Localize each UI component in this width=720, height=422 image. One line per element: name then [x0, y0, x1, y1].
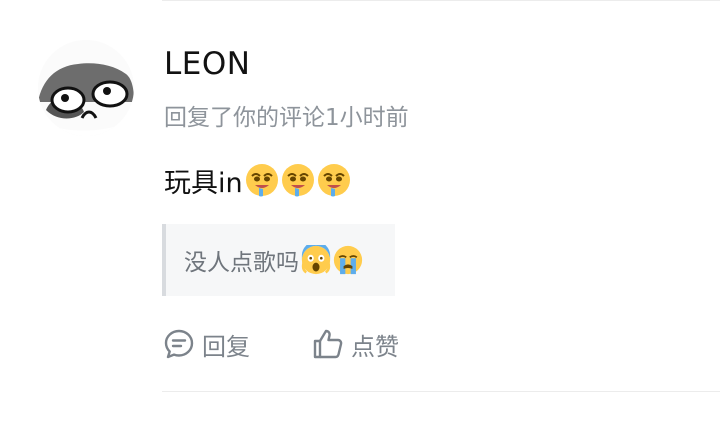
quoted-text: 没人点歌吗 — [184, 250, 299, 276]
reply-label: 回复 — [202, 332, 250, 361]
avatar[interactable] — [38, 40, 134, 136]
avatar-image — [38, 40, 134, 136]
comment-icon — [164, 329, 194, 359]
drooling-emoji-icon — [281, 163, 315, 197]
quoted-comment[interactable]: 没人点歌吗 — [162, 224, 395, 296]
drooling-emoji-icon — [245, 163, 279, 197]
screaming-emoji-icon — [301, 245, 331, 275]
like-label: 点赞 — [351, 332, 399, 361]
thumbs-up-icon — [313, 329, 343, 359]
comment-content: 玩具in — [164, 162, 351, 199]
comment-meta: 回复了你的评论1小时前 — [164, 98, 409, 132]
crying-emoji-icon — [333, 245, 363, 275]
username[interactable]: LEON — [164, 46, 250, 82]
bottom-divider — [162, 391, 720, 392]
content-text: 玩具in — [164, 167, 243, 199]
like-button[interactable]: 点赞 — [311, 326, 399, 362]
time-ago: 1小时前 — [325, 105, 409, 131]
reply-button[interactable]: 回复 — [162, 326, 250, 362]
top-divider — [162, 0, 720, 1]
drooling-emoji-icon — [317, 163, 351, 197]
action-text: 回复了你的评论 — [164, 105, 325, 131]
